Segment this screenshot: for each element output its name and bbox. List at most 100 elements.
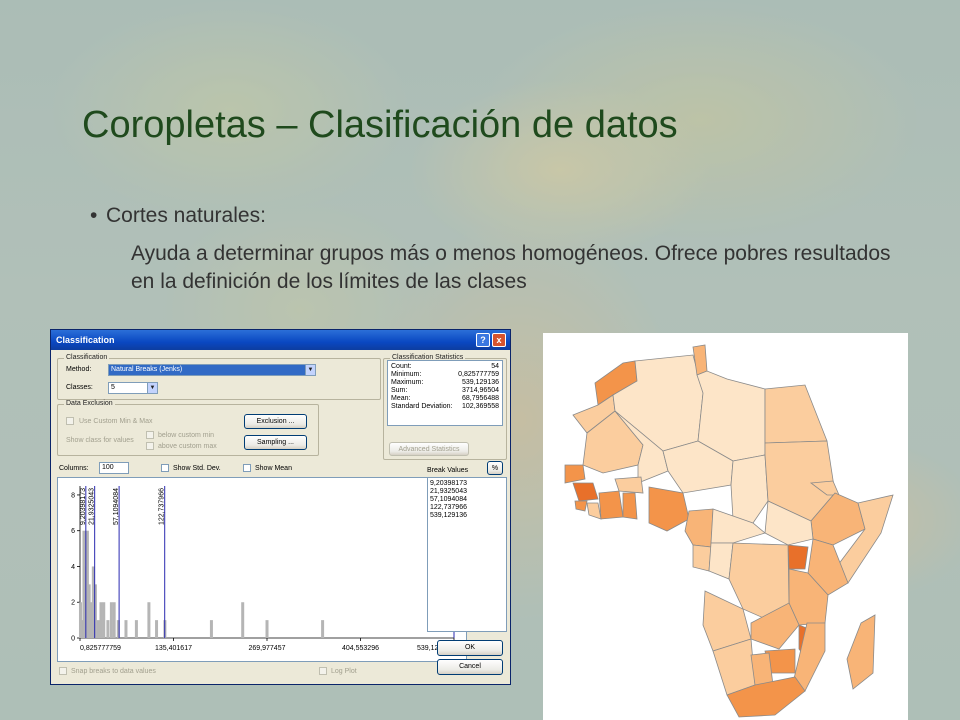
show-std-dev-checkbox[interactable]: [161, 464, 169, 472]
stat-value: 539,129136: [462, 379, 499, 386]
country-sierra-leone: [574, 500, 588, 512]
above-custom-checkbox[interactable]: [146, 442, 154, 450]
country-burkina: [614, 476, 644, 494]
histogram-bar: [147, 602, 151, 638]
method-value: Natural Breaks (Jenks): [111, 366, 183, 373]
histogram-panel: 0 2 4 6 8 0,825777759 135,401617 269,977457 404,…: [57, 477, 467, 662]
below-custom-label: below custom min: [158, 432, 215, 439]
x-tick-label: 135,401617: [155, 645, 192, 652]
slide-title: Coropletas – Clasificación de datos: [82, 104, 678, 146]
log-plot-checkbox[interactable]: [319, 667, 327, 675]
y-tick-label: 4: [71, 564, 75, 571]
snap-breaks-label: Snap breaks to data values: [71, 668, 156, 675]
stat-row: Mean: 68,7956488: [391, 395, 499, 403]
break-line-label: 21,9325043: [89, 488, 96, 525]
country-senegal: [564, 464, 586, 484]
histogram-bar: [321, 620, 325, 638]
break-value-item[interactable]: 122,737966: [430, 504, 504, 512]
stat-value: 102,369558: [462, 403, 499, 410]
columns-value: 100: [102, 464, 114, 471]
country-guinea: [572, 482, 599, 502]
classification-group: Classification Method: Natural Breaks (J…: [57, 354, 381, 400]
cancel-button[interactable]: Cancel: [437, 659, 503, 675]
snap-breaks-checkbox[interactable]: [59, 667, 67, 675]
method-label: Method:: [66, 366, 92, 373]
break-value-item[interactable]: 57,1094084: [430, 496, 504, 504]
histogram-bar: [241, 602, 245, 638]
chevron-down-icon[interactable]: ▼: [147, 383, 157, 393]
show-mean-label: Show Mean: [255, 465, 292, 472]
statistics-box: Count: 54 Minimum: 0,825777759 Maximum: 539…: [387, 360, 503, 426]
country-gabon: [692, 544, 712, 572]
histogram-bar: [99, 602, 103, 638]
histogram-bar: [155, 620, 159, 638]
break-line-label: 9,20398173: [80, 488, 87, 525]
histogram-chart: 0 2 4 6 8 0,825777759 135,401617 269,977457 404,…: [71, 486, 455, 652]
histogram-bar: [265, 620, 269, 638]
stat-label: Minimum:: [391, 371, 422, 378]
bullet-item: • Cortes naturales:: [90, 204, 266, 228]
africa-choropleth-map: [564, 344, 894, 718]
break-values-label: Break Values: [427, 467, 469, 474]
stat-row: Maximum: 539,129136: [391, 379, 499, 387]
below-custom-checkbox[interactable]: [146, 431, 154, 439]
custom-min-max-checkbox[interactable]: [66, 417, 74, 425]
break-value-item[interactable]: 539,129136: [430, 512, 504, 520]
country-ghana: [622, 492, 638, 520]
classes-select[interactable]: 5 ▼: [108, 382, 158, 394]
columns-label: Columns:: [59, 465, 89, 472]
show-mean-checkbox[interactable]: [243, 464, 251, 472]
y-tick-label: 6: [71, 528, 75, 535]
advanced-statistics-button[interactable]: Advanced Statistics: [389, 442, 469, 456]
custom-min-max-label: Use Custom Min & Max: [79, 418, 153, 425]
classification-dialog: Classification ? x Classification Method…: [50, 329, 511, 685]
country-chad: [730, 454, 769, 524]
break-value-item[interactable]: 21,9325043: [430, 488, 504, 496]
x-tick-label: 404,553296: [342, 645, 379, 652]
method-select[interactable]: Natural Breaks (Jenks) ▼: [108, 364, 316, 376]
stat-label: Sum:: [391, 387, 408, 394]
y-tick-label: 0: [71, 636, 75, 643]
stat-label: Standard Deviation:: [391, 403, 453, 410]
country-ivory-coast: [598, 490, 624, 520]
stat-value: 54: [491, 363, 499, 370]
classes-label: Classes:: [66, 384, 93, 391]
choropleth-map-panel: [543, 333, 908, 720]
chevron-down-icon[interactable]: ▼: [305, 365, 315, 375]
country-egypt: [764, 384, 828, 444]
stat-row: Minimum: 0,825777759: [391, 371, 499, 379]
country-botswana: [750, 652, 774, 686]
x-tick-label: 0,825777759: [80, 645, 121, 652]
slide-description: Ayuda a determinar grupos más o menos ho…: [131, 242, 891, 293]
close-button[interactable]: x: [492, 333, 506, 347]
help-button[interactable]: ?: [476, 333, 490, 347]
classification-group-label: Classification: [64, 354, 110, 361]
histogram-bar: [112, 602, 116, 638]
exclusion-button[interactable]: Exclusion ...: [244, 414, 307, 429]
break-line-label: 57,1094084: [113, 488, 120, 525]
log-plot-label: Log Plot: [331, 668, 357, 675]
bullet-text: Cortes naturales:: [106, 204, 266, 227]
histogram-bar: [102, 602, 106, 638]
histogram-bar: [124, 620, 128, 638]
columns-spinner[interactable]: 100: [99, 462, 129, 474]
stat-row: Sum: 3714,96504: [391, 387, 499, 395]
sampling-button[interactable]: Sampling ...: [244, 435, 307, 450]
x-tick-label: 269,977457: [249, 645, 286, 652]
classes-value: 5: [111, 384, 115, 391]
y-tick-label: 2: [71, 600, 75, 607]
break-values-list[interactable]: 9,20398173 21,9325043 57,1094084 122,737…: [427, 477, 507, 632]
country-nigeria: [648, 486, 690, 532]
stat-value: 0,825777759: [458, 371, 499, 378]
stat-label: Count:: [391, 363, 412, 370]
ok-button[interactable]: OK: [437, 640, 503, 656]
histogram-bar: [96, 620, 100, 638]
stat-value: 3714,96504: [462, 387, 499, 394]
break-line-label: 122,737966: [159, 488, 166, 525]
histogram-bar: [134, 620, 138, 638]
break-value-item[interactable]: 9,20398173: [430, 480, 504, 488]
bullet-dot: •: [90, 204, 98, 227]
percent-button[interactable]: %: [487, 461, 503, 475]
stat-label: Maximum:: [391, 379, 424, 386]
country-liberia: [586, 502, 602, 520]
